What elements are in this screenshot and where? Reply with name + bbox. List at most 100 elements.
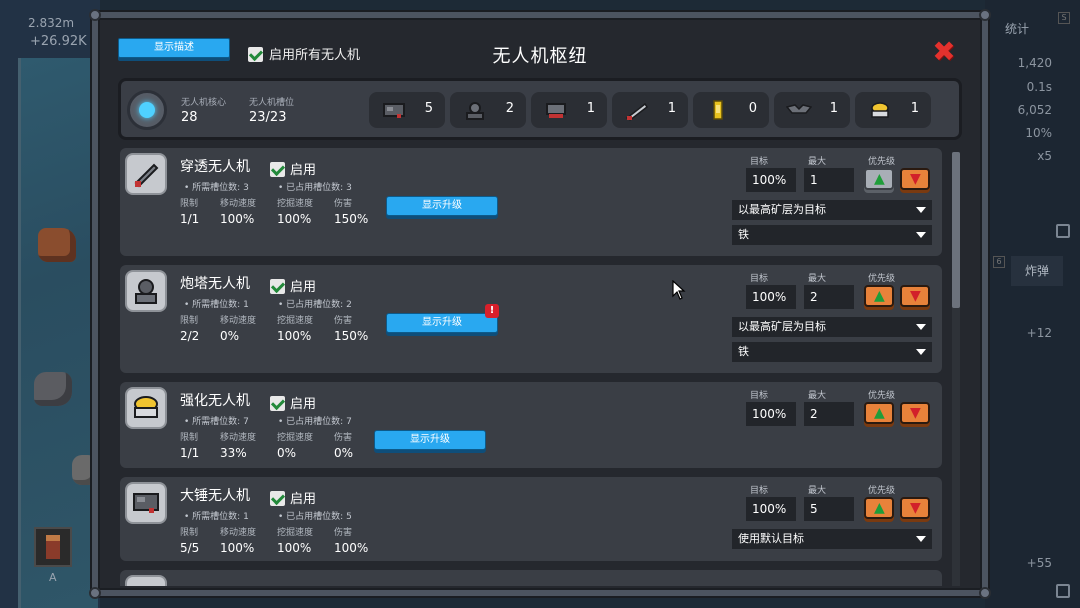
- frame-rivet: [979, 587, 991, 599]
- priority-up-button[interactable]: ▲: [864, 168, 894, 190]
- drone-hub-modal: 显示描述 启用所有无人机 无人机枢纽 ✖ 无人机核心 28 无人机槽位 23/2…: [89, 9, 991, 599]
- drone-icon: [125, 575, 167, 586]
- drone-name: 大锤无人机: [180, 488, 250, 504]
- bat-drone-icon: [786, 104, 812, 114]
- show-upgrade-button[interactable]: 显示升级: [374, 430, 486, 450]
- drone-type-chip[interactable]: 5: [369, 92, 445, 128]
- drone-count: 1: [910, 101, 919, 116]
- damage-stat: 伤害 150%: [334, 313, 368, 343]
- resource-rate: +26.92K: [30, 34, 87, 49]
- max-input[interactable]: 2: [804, 285, 854, 309]
- max-input[interactable]: 5: [804, 497, 854, 521]
- drone-core-label: 无人机核心: [181, 98, 227, 108]
- drone-enable-toggle[interactable]: 启用: [270, 393, 316, 412]
- slots-used: • 已占用槽位数: 5: [278, 512, 352, 522]
- resource-total: 2.832m: [28, 16, 75, 30]
- scrollbar-thumb[interactable]: [952, 152, 960, 308]
- bomb-tab[interactable]: 炸弹: [1011, 256, 1063, 286]
- show-upgrade-button[interactable]: 显示升级: [386, 196, 498, 216]
- slots-required: • 所需槽位数: 7: [184, 417, 249, 427]
- priority-up-button[interactable]: ▲: [864, 497, 894, 519]
- checkbox-icon[interactable]: [270, 491, 285, 506]
- drone-type-chip[interactable]: 1: [855, 92, 931, 128]
- priority-down-button[interactable]: ▼: [900, 168, 930, 190]
- priority-up-button[interactable]: ▲: [864, 402, 894, 424]
- checkbox-icon[interactable]: [270, 162, 285, 177]
- ore-select[interactable]: 铁: [732, 342, 932, 362]
- arrow-up-icon: ▲: [874, 500, 885, 516]
- mine-speed-stat: 挖掘速度 0%: [277, 430, 313, 460]
- priority-down-button[interactable]: ▼: [900, 402, 930, 424]
- drone-enable-toggle[interactable]: 启用: [270, 488, 316, 507]
- drone-count: 5: [424, 101, 433, 116]
- show-upgrade-button[interactable]: 显示升级!: [386, 304, 499, 333]
- target-label: 目标: [750, 274, 769, 284]
- move-speed-stat: 移动速度 100%: [220, 525, 256, 555]
- target-mode-value: 以最高矿层为目标: [738, 203, 826, 216]
- drone-list-scrollbar[interactable]: [952, 152, 960, 586]
- slots-required: • 所需槽位数: 3: [184, 183, 249, 193]
- stat-value: 6,052: [1017, 103, 1052, 117]
- limit-stat: 限制 1/1: [180, 196, 199, 226]
- stats-panel: 统计 S 1,420 0.1s 6,052 10% x5 6 炸弹 +12 +5…: [985, 0, 1080, 608]
- drone-list: 穿透无人机 启用 • 所需槽位数: 3 • 已占用槽位数: 3 限制 1/1 移动…: [120, 148, 952, 586]
- expand-icon[interactable]: [1056, 224, 1070, 238]
- drone-slots-value: 23/23: [249, 110, 287, 125]
- priority-down-button[interactable]: ▼: [900, 285, 930, 307]
- mine-speed-value: 100%: [277, 212, 312, 226]
- turret-drone-icon: [125, 270, 167, 312]
- target-input[interactable]: 100%: [746, 497, 796, 521]
- arrow-up-icon: ▲: [874, 288, 885, 304]
- drone-type-chip[interactable]: 0: [693, 92, 769, 128]
- drone-enable-toggle[interactable]: 启用: [270, 276, 316, 295]
- mine-speed-label: 挖掘速度: [277, 199, 314, 209]
- character-slot[interactable]: [34, 527, 72, 567]
- target-mode-select[interactable]: 以最高矿层为目标: [732, 317, 932, 337]
- max-label: 最大: [808, 157, 827, 167]
- priority-label: 优先级: [868, 274, 896, 284]
- checkbox-icon[interactable]: [270, 279, 285, 294]
- priority-up-button[interactable]: ▲: [864, 285, 894, 307]
- limit-value: 1/1: [180, 212, 200, 226]
- target-mode-value: 使用默认目标: [738, 532, 804, 545]
- drone-card: [120, 570, 942, 586]
- stat-value: x5: [1037, 149, 1052, 163]
- arrow-down-icon: ▼: [910, 500, 921, 516]
- stats-hotkey: S: [1058, 12, 1070, 24]
- slots-used: • 已占用槽位数: 7: [278, 417, 352, 427]
- drone-core-stat: 无人机核心 28: [181, 95, 226, 125]
- slots-used: • 已占用槽位数: 2: [278, 300, 352, 310]
- booster-drone-icon: [871, 102, 889, 118]
- checkbox-icon[interactable]: [270, 396, 285, 411]
- enable-label: 启用: [290, 397, 317, 412]
- target-input[interactable]: 100%: [746, 285, 796, 309]
- max-input[interactable]: 1: [804, 168, 854, 192]
- target-mode-select[interactable]: 使用默认目标: [732, 529, 932, 549]
- target-mode-select[interactable]: 以最高矿层为目标: [732, 200, 932, 220]
- priority-down-button[interactable]: ▼: [900, 497, 930, 519]
- stats-tab[interactable]: 统计: [1005, 20, 1029, 37]
- drone-type-chip[interactable]: 1: [531, 92, 607, 128]
- drone-enable-toggle[interactable]: 启用: [270, 159, 316, 178]
- target-input[interactable]: 100%: [746, 402, 796, 426]
- chevron-down-icon: [916, 232, 926, 238]
- max-input[interactable]: 2: [804, 402, 854, 426]
- close-icon[interactable]: ✖: [932, 38, 956, 66]
- drone-count: 1: [829, 101, 838, 116]
- damage-value: 150%: [334, 212, 369, 226]
- target-input[interactable]: 100%: [746, 168, 796, 192]
- expand-icon[interactable]: [1056, 584, 1070, 598]
- damage-label: 伤害: [334, 199, 353, 209]
- slots-required: • 所需槽位数: 1: [184, 512, 249, 522]
- drone-type-chip[interactable]: 1: [612, 92, 688, 128]
- drone-slots-stat: 无人机槽位 23/23: [249, 95, 294, 125]
- ore-select[interactable]: 铁: [732, 225, 932, 245]
- damage-value: 150%: [334, 329, 369, 343]
- move-speed-label: 移动速度: [220, 433, 257, 443]
- arrow-down-icon: ▼: [910, 405, 921, 421]
- limit-label: 限制: [180, 199, 199, 209]
- drone-name: 穿透无人机: [180, 159, 250, 175]
- mine-speed-value: 100%: [277, 329, 312, 343]
- drone-type-chip[interactable]: 1: [774, 92, 850, 128]
- drone-type-chip[interactable]: 2: [450, 92, 526, 128]
